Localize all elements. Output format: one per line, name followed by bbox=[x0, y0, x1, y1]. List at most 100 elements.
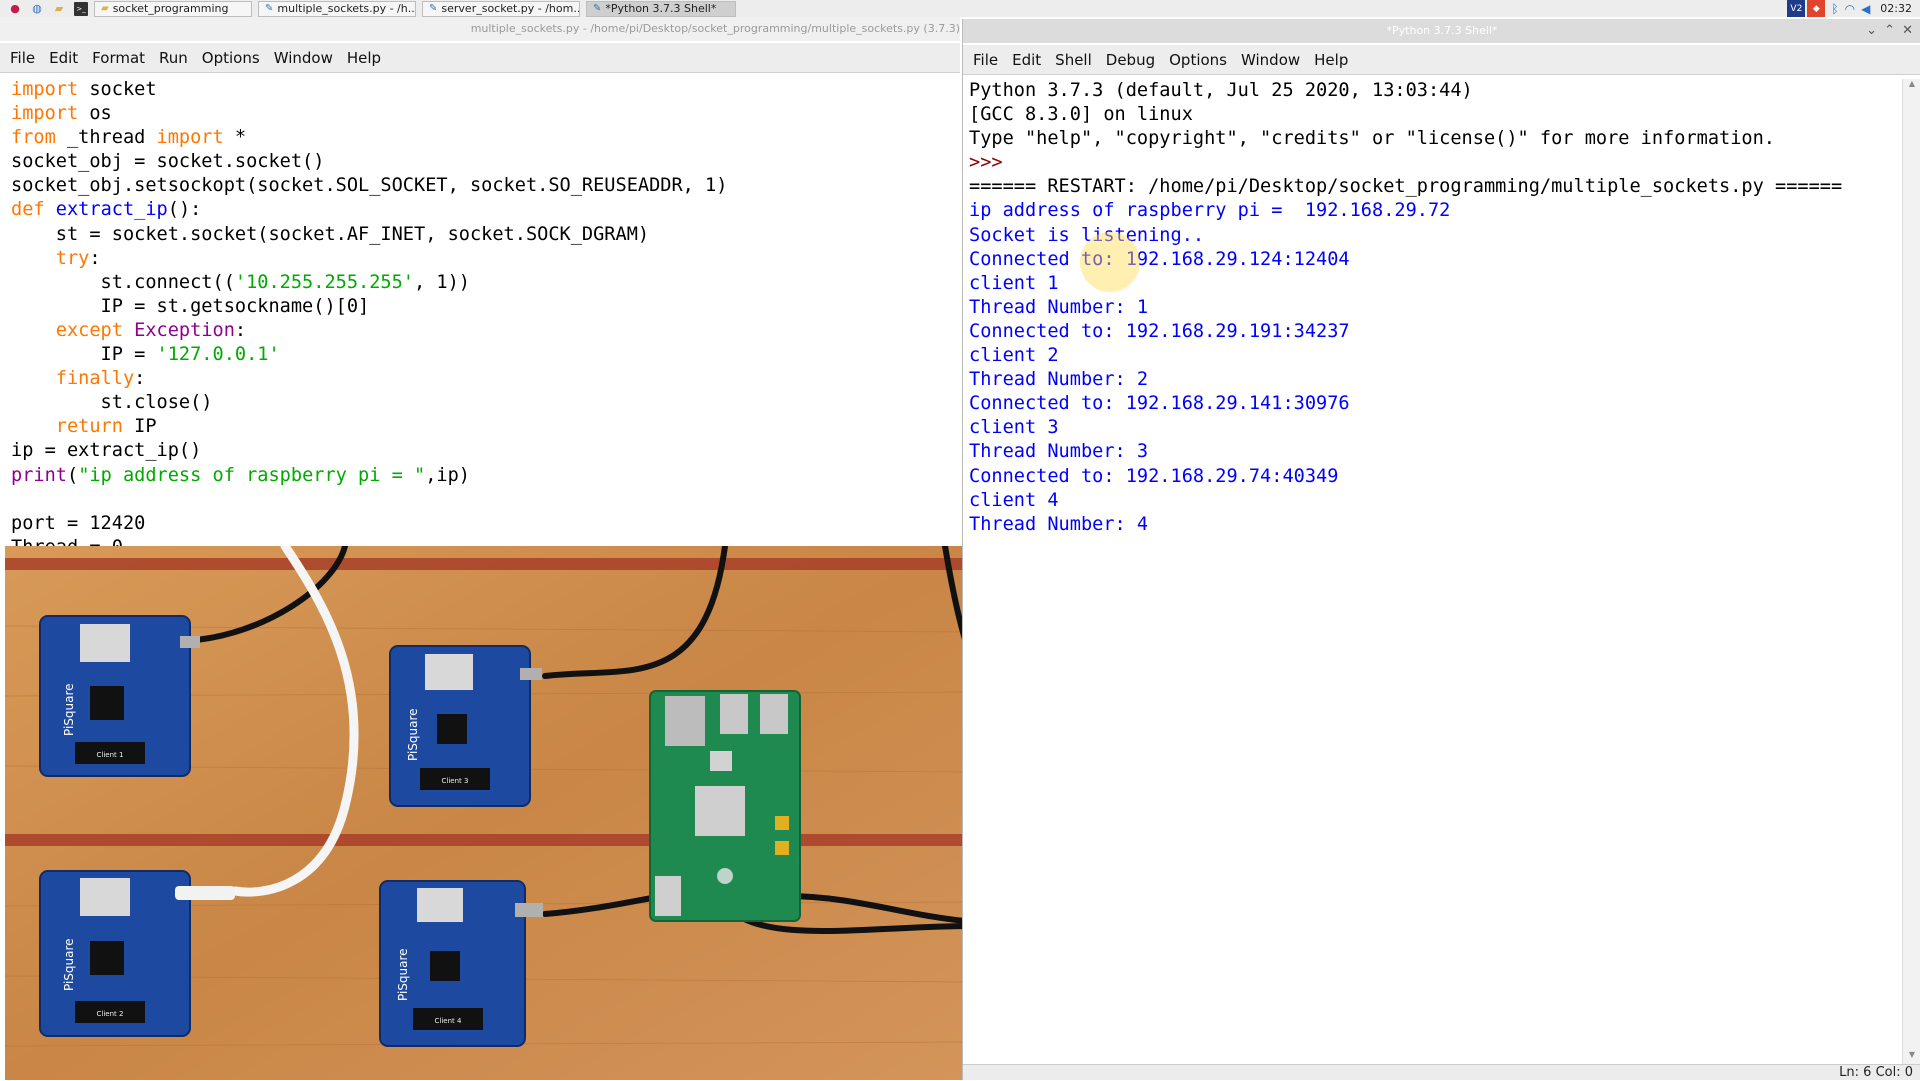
code-token: "ip address of raspberry pi = " bbox=[78, 464, 426, 486]
python-icon: ✎ bbox=[593, 3, 602, 14]
shell-line: Connected to: 192.168.29.124:12404 bbox=[969, 248, 1350, 270]
task-label: multiple_sockets.py - /h... bbox=[277, 2, 416, 15]
code-token: , 1)) bbox=[414, 271, 470, 293]
code-token: try bbox=[55, 247, 90, 269]
taskbar-task-file-manager[interactable]: ▰ socket_programming bbox=[94, 0, 252, 17]
board-brand: PiSquare bbox=[62, 683, 76, 736]
vnc-icon[interactable]: V2 bbox=[1787, 0, 1806, 17]
minimize-icon[interactable]: ⌄ bbox=[1866, 19, 1877, 43]
editor-menu-run[interactable]: Run bbox=[159, 49, 188, 67]
code-token: socket bbox=[78, 79, 157, 100]
shell-line: Connected to: 192.168.29.191:34237 bbox=[969, 320, 1350, 342]
taskbar: ● ◍ ▰ >_ ▰ socket_programming ✎ multiple… bbox=[0, 0, 1920, 17]
task-label: *Python 3.7.3 Shell* bbox=[605, 2, 717, 15]
clock: 02:32 bbox=[1880, 2, 1912, 15]
pisquare-board-1: Client 1 PiSquare bbox=[39, 615, 200, 777]
code-line: from _thread import * bbox=[11, 126, 960, 150]
raspberry-menu-icon[interactable]: ● bbox=[8, 2, 22, 16]
oled-text: Client 1 bbox=[97, 751, 124, 759]
task-label: server_socket.py - /hom... bbox=[441, 2, 580, 15]
shell-line: Type "help", "copyright", "credits" or "… bbox=[969, 128, 1775, 150]
code-token: (): bbox=[167, 199, 202, 221]
shell-scrollbar[interactable]: ▲ ▼ bbox=[1902, 79, 1920, 1064]
shell-menu-debug[interactable]: Debug bbox=[1106, 51, 1155, 69]
code-token: ( bbox=[66, 464, 79, 486]
shell-line: ====== RESTART: /home/pi/Desktop/socket_… bbox=[969, 176, 1843, 198]
taskbar-task-server-socket[interactable]: ✎ server_socket.py - /hom... bbox=[422, 0, 580, 17]
shell-line: [GCC 8.3.0] on linux bbox=[969, 104, 1193, 126]
scroll-up-icon[interactable]: ▲ bbox=[1903, 79, 1920, 93]
update-icon[interactable]: ◆ bbox=[1807, 0, 1826, 17]
code-editor[interactable]: import socket import os from _thread impor… bbox=[0, 78, 960, 546]
code-line: ip = extract_ip() bbox=[11, 439, 960, 463]
shell-line: Thread Number: 2 bbox=[969, 369, 1149, 391]
code-token: * bbox=[223, 127, 247, 149]
shell-menu-help[interactable]: Help bbox=[1314, 51, 1348, 69]
shell-line: client 2 bbox=[969, 345, 1059, 367]
board-brand: PiSquare bbox=[406, 708, 420, 761]
terminal-icon[interactable]: >_ bbox=[74, 1, 88, 16]
code-line: socket_obj.setsockopt(socket.SOL_SOCKET,… bbox=[11, 174, 960, 198]
code-line: st = socket.socket(socket.AF_INET, socke… bbox=[11, 223, 960, 247]
maximize-icon[interactable]: ⌃ bbox=[1884, 19, 1895, 43]
shell-line: >>> bbox=[969, 152, 1014, 174]
board-brand: PiSquare bbox=[62, 938, 76, 991]
shell-line: Thread Number: 4 bbox=[969, 513, 1149, 535]
code-token: st.close() bbox=[11, 392, 213, 414]
code-token: import bbox=[11, 79, 79, 100]
code-token: os bbox=[78, 103, 112, 125]
shell-menu-options[interactable]: Options bbox=[1169, 51, 1227, 69]
editor-menu-format[interactable]: Format bbox=[92, 49, 145, 67]
shell-line: Connected to: 192.168.29.74:40349 bbox=[969, 465, 1339, 487]
code-line: finally: bbox=[11, 367, 960, 391]
pisquare-board-2: Client 3 PiSquare bbox=[389, 645, 542, 807]
bluetooth-icon[interactable]: ᛒ bbox=[1831, 2, 1838, 16]
code-line: return IP bbox=[11, 415, 960, 439]
scroll-down-icon[interactable]: ▼ bbox=[1903, 1050, 1920, 1064]
task-label: socket_programming bbox=[112, 2, 229, 15]
code-token: print bbox=[11, 464, 67, 486]
shell-line: client 4 bbox=[969, 489, 1059, 511]
code-line: st.close() bbox=[11, 391, 960, 415]
shell-menu-file[interactable]: File bbox=[973, 51, 998, 69]
shell-line: client 1 bbox=[969, 272, 1059, 294]
code-token: ,ip) bbox=[425, 464, 470, 486]
shell-statusbar: Ln: 6 Col: 0 bbox=[963, 1064, 1920, 1080]
shell-menu-edit[interactable]: Edit bbox=[1012, 51, 1041, 69]
code-token: extract_ip bbox=[55, 199, 168, 221]
editor-menu-help[interactable]: Help bbox=[347, 49, 381, 67]
code-token: ip = extract_ip() bbox=[11, 440, 202, 462]
taskbar-task-python-shell[interactable]: ✎ *Python 3.7.3 Shell* bbox=[586, 0, 736, 17]
shell-output[interactable]: Python 3.7.3 (default, Jul 25 2020, 13:0… bbox=[963, 79, 1901, 1064]
browser-icon[interactable]: ◍ bbox=[30, 2, 44, 16]
shell-line: Socket is listening.. bbox=[969, 224, 1205, 246]
pisquare-board-4: Client 4 PiSquare bbox=[379, 880, 543, 1047]
close-icon[interactable]: ✕ bbox=[1902, 19, 1913, 43]
shell-menu-shell[interactable]: Shell bbox=[1055, 51, 1092, 69]
shell-window-title: *Python 3.7.3 Shell* ⌄ ⌃ ✕ bbox=[963, 19, 1920, 43]
code-line: IP = st.getsockname()[0] bbox=[11, 295, 960, 319]
code-token: '127.0.0.1' bbox=[156, 344, 280, 366]
code-token: import bbox=[156, 127, 224, 149]
python-shell-window: *Python 3.7.3 Shell* ⌄ ⌃ ✕ File Edit Shell… bbox=[962, 19, 1920, 1080]
code-line: st.connect(('10.255.255.255', 1)) bbox=[11, 271, 960, 295]
code-token: _thread bbox=[55, 127, 157, 149]
editor-menu-edit[interactable]: Edit bbox=[49, 49, 78, 67]
editor-menubar: File Edit Format Run Options Window Help bbox=[0, 43, 960, 73]
code-token: finally bbox=[55, 368, 135, 390]
code-token: except bbox=[55, 319, 123, 341]
code-token: socket_obj.setsockopt(socket.SOL_SOCKET,… bbox=[11, 175, 728, 197]
code-token: : bbox=[134, 368, 146, 390]
editor-menu-file[interactable]: File bbox=[10, 49, 35, 67]
code-line: except Exception: bbox=[11, 319, 960, 343]
code-token: Exception bbox=[134, 319, 235, 341]
taskbar-task-multiple-sockets[interactable]: ✎ multiple_sockets.py - /h... bbox=[258, 0, 416, 17]
editor-menu-window[interactable]: Window bbox=[274, 49, 333, 67]
wifi-icon[interactable]: ◠ bbox=[1845, 2, 1855, 16]
editor-menu-options[interactable]: Options bbox=[202, 49, 260, 67]
system-tray: V2 ◆ ᛒ ◠ ◀ 02:32 bbox=[1785, 0, 1920, 17]
volume-icon[interactable]: ◀ bbox=[1861, 2, 1870, 16]
shell-menu-window[interactable]: Window bbox=[1241, 51, 1300, 69]
file-manager-icon[interactable]: ▰ bbox=[52, 2, 66, 16]
